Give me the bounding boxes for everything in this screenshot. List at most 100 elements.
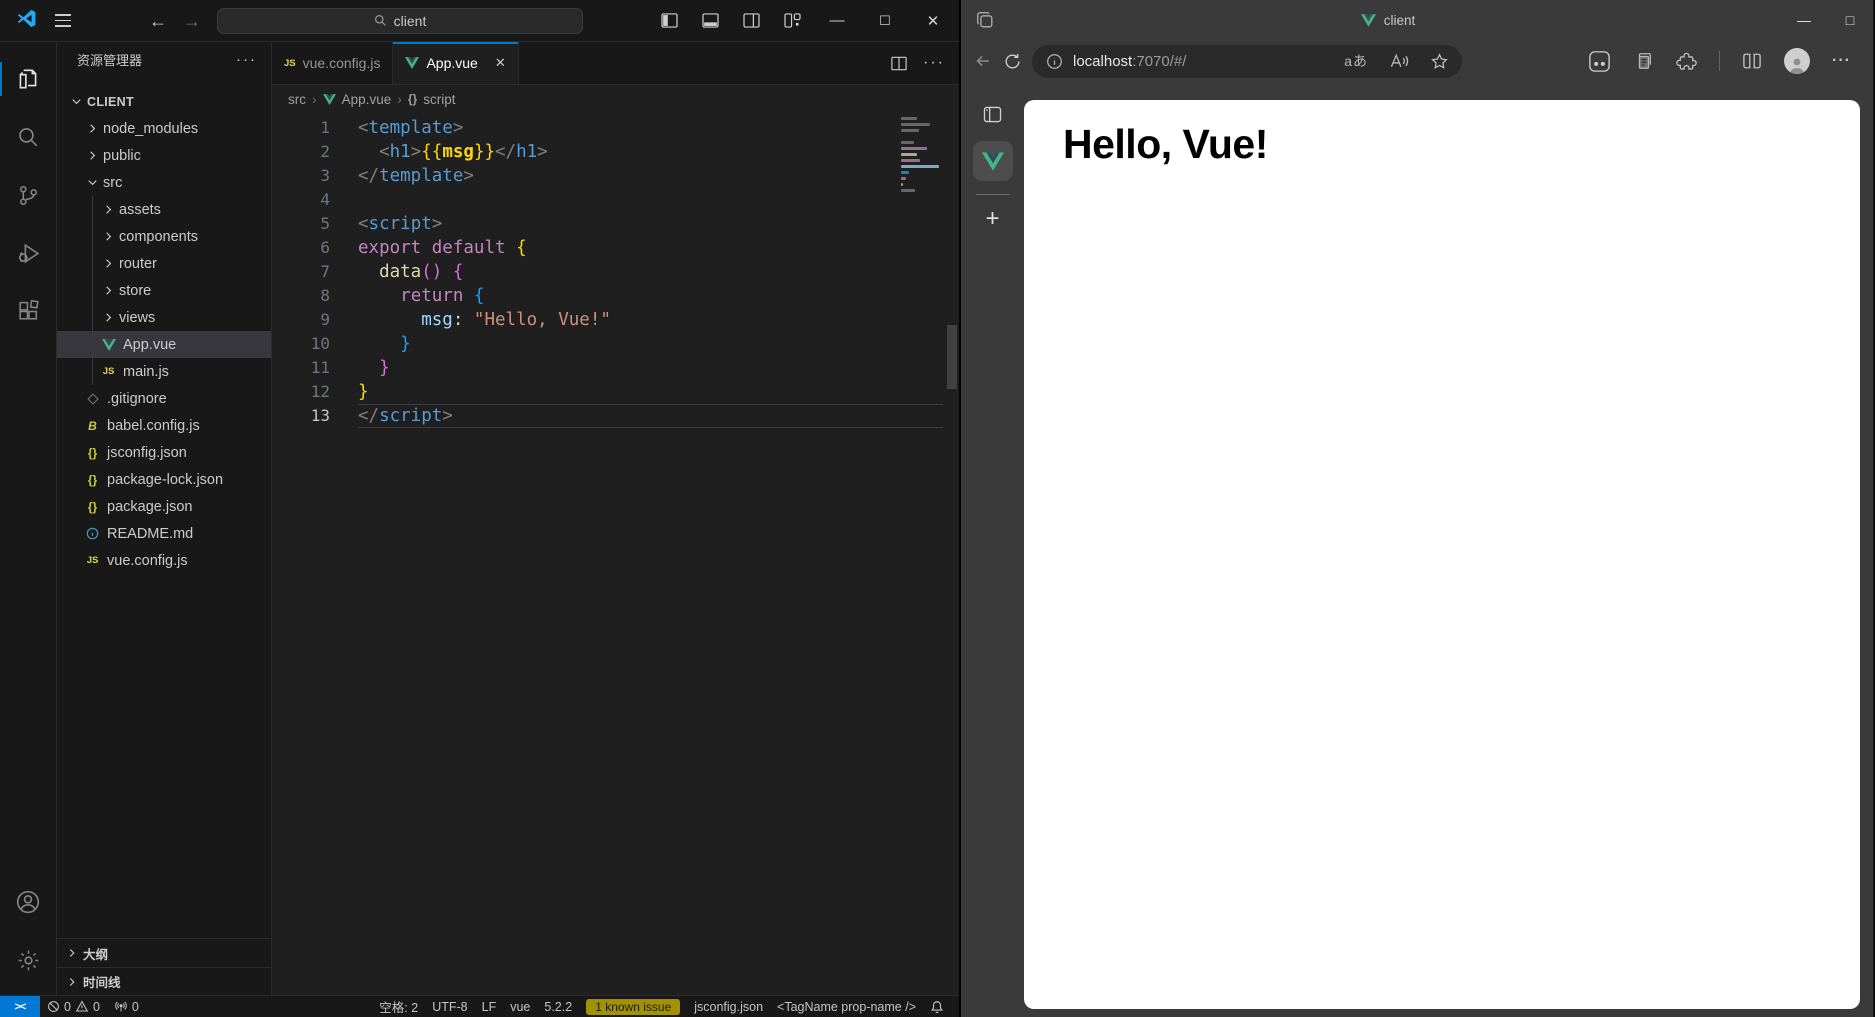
tab-app-vue[interactable]: App.vue ✕ <box>393 42 519 84</box>
activity-search[interactable] <box>0 108 57 166</box>
known-issue-badge[interactable]: 1 known issue <box>586 998 681 1015</box>
account-icon[interactable] <box>0 873 57 931</box>
browser-extensions-icon[interactable] <box>1676 51 1697 72</box>
url-text[interactable]: localhost:7070/#/ <box>1073 53 1186 70</box>
tree-item-src[interactable]: src <box>57 169 271 196</box>
browser-essentials-icon[interactable] <box>1587 49 1612 74</box>
translate-icon[interactable]: aあ <box>1344 51 1368 71</box>
minimap[interactable] <box>901 117 943 195</box>
strip-divider <box>975 194 1010 195</box>
workspaces-icon[interactable] <box>975 10 995 30</box>
toggle-secondary-sidebar-icon[interactable] <box>743 13 760 28</box>
version-status[interactable]: 5.2.2 <box>537 996 579 1017</box>
encoding-status[interactable]: UTF-8 <box>425 996 474 1017</box>
indentation-status[interactable]: 空格: 2 <box>372 996 425 1017</box>
browser-back-icon[interactable] <box>973 51 993 71</box>
activity-run-debug[interactable] <box>0 224 57 282</box>
tree-item-app-vue[interactable]: App.vue <box>57 331 271 358</box>
code-line-12[interactable]: 12} <box>272 380 959 404</box>
vue-devtools-button[interactable] <box>972 141 1013 181</box>
address-bar[interactable]: localhost:7070/#/ aあ <box>1032 44 1462 78</box>
tree-item--gitignore[interactable]: .gitignore <box>57 385 271 412</box>
favorite-star-icon[interactable] <box>1431 52 1448 70</box>
read-aloud-icon[interactable] <box>1390 53 1409 69</box>
tree-item-babel-config-js[interactable]: Bbabel.config.js <box>57 412 271 439</box>
tree-item-assets[interactable]: assets <box>57 196 271 223</box>
editor-more-icon[interactable]: ··· <box>923 54 945 72</box>
minimize-icon[interactable]: — <box>825 12 849 29</box>
breadcrumb[interactable]: src › App.vue › {} script <box>272 85 959 113</box>
add-sidebar-item-icon[interactable]: + <box>985 205 999 233</box>
code-line-4[interactable]: 4 <box>272 188 959 212</box>
menu-icon[interactable] <box>55 14 71 27</box>
explorer-more-icon[interactable]: ··· <box>236 51 257 68</box>
run-debug-icon <box>18 243 39 263</box>
command-center-search[interactable]: client <box>217 7 583 34</box>
code-line-1[interactable]: 1 <template> <box>272 116 959 140</box>
tree-item-jsconfig-json[interactable]: {} jsconfig.json <box>57 439 271 466</box>
tree-item-store[interactable]: store <box>57 277 271 304</box>
tree-item-views[interactable]: views <box>57 304 271 331</box>
collections-icon[interactable] <box>1634 51 1654 71</box>
settings-gear-icon[interactable] <box>0 931 57 989</box>
split-editor-icon[interactable] <box>891 56 907 71</box>
editor-scrollbar[interactable] <box>947 325 957 389</box>
eol-status[interactable]: LF <box>475 996 504 1017</box>
tree-item-node-modules[interactable]: node_modules <box>57 115 271 142</box>
toggle-sidebar-icon[interactable] <box>661 13 678 28</box>
tree-item-components[interactable]: components <box>57 223 271 250</box>
maximize-icon[interactable]: ☐ <box>873 13 897 29</box>
code-line-6[interactable]: 6 export default { <box>272 236 959 260</box>
code-line-8[interactable]: 8 return { <box>272 284 959 308</box>
search-value: client <box>393 12 427 29</box>
browser-minimize-icon[interactable]: — <box>1781 0 1827 40</box>
problems-status[interactable]: 0 0 <box>40 996 107 1017</box>
tag-hint-status[interactable]: <TagName prop-name /> <box>770 996 923 1017</box>
task-status[interactable]: jsconfig.json <box>687 996 770 1017</box>
activity-extensions[interactable] <box>0 282 57 340</box>
code-line-11[interactable]: 11 } <box>272 356 959 380</box>
back-icon[interactable]: ← <box>149 12 167 30</box>
tree-item-vue-config-js[interactable]: JS vue.config.js <box>57 547 271 574</box>
vue-icon <box>981 151 1004 171</box>
panel-outline[interactable]: 大纲 <box>57 939 271 967</box>
activity-explorer[interactable] <box>0 50 57 108</box>
chevron-right-icon <box>69 949 75 957</box>
tree-root-client[interactable]: CLIENT <box>57 88 271 115</box>
profile-avatar[interactable] <box>1784 48 1811 74</box>
ports-status[interactable]: 0 <box>107 996 146 1017</box>
forward-icon[interactable]: → <box>183 12 201 30</box>
screen: ← → client — ☐ ✕ 资源管理器 ··· CLIENT node_m… <box>0 0 1875 1017</box>
code-line-5[interactable]: 5 <script> <box>272 212 959 236</box>
remote-indicator[interactable]: >< <box>0 995 40 1017</box>
toggle-panel-icon[interactable] <box>702 13 719 28</box>
code-line-10[interactable]: 10 } <box>272 332 959 356</box>
tree-item-readme-md[interactable]: README.md <box>57 520 271 547</box>
code-line-9[interactable]: 9 msg: "Hello, Vue!" <box>272 308 959 332</box>
customize-layout-icon[interactable] <box>784 13 801 28</box>
browser-more-icon[interactable]: ··· <box>1832 52 1851 70</box>
split-screen-icon[interactable] <box>1742 52 1762 70</box>
close-tab-icon[interactable]: ✕ <box>495 55 506 71</box>
code-line-13[interactable]: 13 </script> <box>272 404 959 428</box>
site-info-icon[interactable] <box>1046 53 1063 70</box>
tab-vue-config-js[interactable]: JS vue.config.js <box>272 42 394 84</box>
close-icon[interactable]: ✕ <box>921 12 945 30</box>
tree-item-package-lock-json[interactable]: {} package-lock.json <box>57 466 271 493</box>
panel-timeline[interactable]: 时间线 <box>57 967 271 995</box>
code-line-3[interactable]: 3 </template> <box>272 164 959 188</box>
tree-item-public[interactable]: public <box>57 142 271 169</box>
browser-maximize-icon[interactable]: □ <box>1827 0 1873 40</box>
tree-item-main-js[interactable]: JS main.js <box>57 358 271 385</box>
tree-item-router[interactable]: router <box>57 250 271 277</box>
browser-refresh-icon[interactable] <box>1003 52 1022 71</box>
notifications-bell-icon[interactable] <box>923 996 951 1017</box>
sidebar-toggle-icon[interactable] <box>983 106 1002 123</box>
code-line-2[interactable]: 2 <h1>{{msg}}</h1> <box>272 140 959 164</box>
browser-tab[interactable]: client <box>995 13 1781 28</box>
language-status[interactable]: vue <box>503 996 537 1017</box>
activity-source-control[interactable] <box>0 166 57 224</box>
code-line-7[interactable]: 7 data() { <box>272 260 959 284</box>
code-editor[interactable]: 1 <template> 2 <h1>{{msg}}</h1> 3 </template… <box>272 113 959 995</box>
tree-item-package-json[interactable]: {} package.json <box>57 493 271 520</box>
